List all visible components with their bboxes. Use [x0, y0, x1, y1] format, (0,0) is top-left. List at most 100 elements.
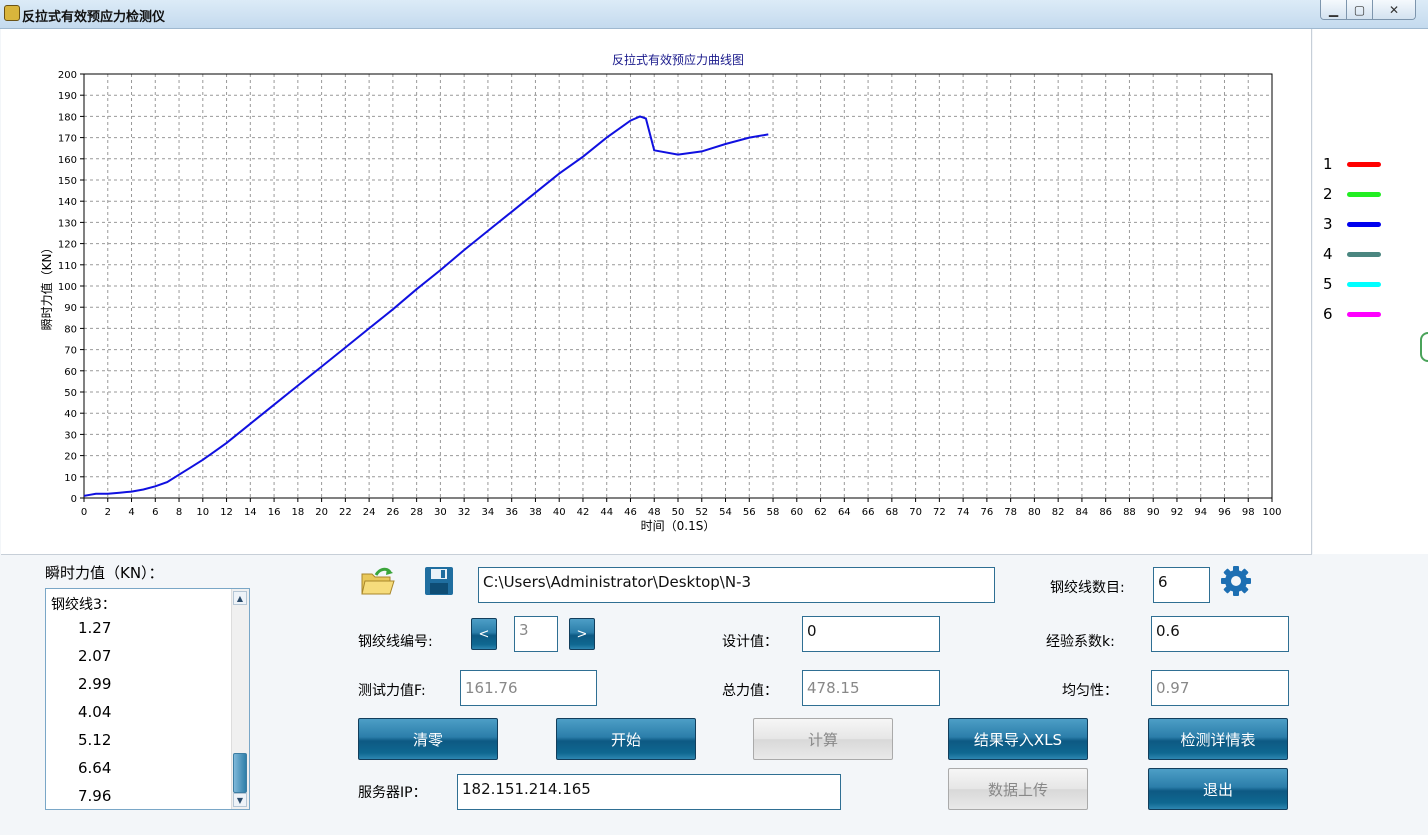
x-tick-label: 80: [1028, 507, 1041, 518]
x-tick-label: 8: [176, 507, 182, 518]
x-tick-label: 44: [600, 507, 613, 518]
legend-swatch: [1347, 311, 1381, 317]
scroll-up-icon[interactable]: ▲: [233, 591, 247, 605]
empirical-k-label: 经验系数k:: [1046, 634, 1115, 650]
y-tick-label: 150: [58, 176, 77, 187]
test-force-label: 测试力值F:: [358, 683, 426, 699]
strand-count-label: 钢绞线数目:: [1050, 580, 1125, 596]
file-path-field[interactable]: C:\Users\Administrator\Desktop\N-3: [478, 567, 995, 603]
list-item[interactable]: 7.96: [78, 787, 111, 805]
calculate-button[interactable]: 计算: [753, 718, 893, 760]
uniformity-label: 均匀性：: [1062, 683, 1118, 699]
list-item[interactable]: 2.07: [78, 647, 111, 665]
readings-listbox[interactable]: 钢绞线3： 1.27 2.07 2.99 4.04 5.12 6.64 7.96…: [45, 588, 250, 810]
x-tick-label: 2: [105, 507, 111, 518]
minimize-button[interactable]: ▁: [1321, 0, 1347, 19]
design-value-field[interactable]: 0: [802, 616, 940, 652]
y-tick-label: 70: [64, 346, 77, 357]
legend-item-1: 1: [1323, 154, 1381, 174]
detail-report-button[interactable]: 检测详情表: [1148, 718, 1288, 760]
x-tick-label: 98: [1242, 507, 1255, 518]
prev-strand-button[interactable]: <: [471, 618, 497, 650]
y-tick-label: 0: [71, 494, 77, 505]
open-folder-icon[interactable]: [360, 566, 396, 598]
start-button[interactable]: 开始: [556, 718, 696, 760]
y-tick-label: 50: [64, 388, 77, 399]
x-tick-label: 24: [363, 507, 376, 518]
y-tick-label: 100: [58, 282, 77, 293]
legend-label: 4: [1323, 245, 1333, 263]
x-tick-label: 82: [1052, 507, 1065, 518]
y-tick-label: 180: [58, 112, 77, 123]
list-group-header: 钢绞线3：: [51, 597, 116, 613]
legend-label: 6: [1323, 305, 1333, 323]
list-scrollbar[interactable]: ▲ ▼: [231, 589, 249, 809]
x-tick-label: 86: [1099, 507, 1112, 518]
legend-swatch: [1347, 251, 1381, 257]
strand-number-field[interactable]: 3: [514, 616, 558, 652]
empirical-k-field[interactable]: 0.6: [1151, 616, 1289, 652]
y-tick-label: 20: [64, 452, 77, 463]
x-tick-label: 0: [81, 507, 87, 518]
x-tick-label: 6: [152, 507, 158, 518]
server-ip-field[interactable]: 182.151.214.165: [457, 774, 841, 810]
x-tick-label: 66: [862, 507, 875, 518]
x-tick-label: 34: [482, 507, 495, 518]
y-tick-label: 80: [64, 324, 77, 335]
scroll-down-icon[interactable]: ▼: [233, 793, 247, 807]
zero-button[interactable]: 清零: [358, 718, 498, 760]
y-tick-label: 110: [58, 261, 77, 272]
legend-swatch: [1347, 281, 1381, 287]
x-tick-label: 64: [838, 507, 851, 518]
y-tick-label: 190: [58, 91, 77, 102]
legend-label: 2: [1323, 185, 1333, 203]
chart-title: 反拉式有效预应力曲线图: [612, 52, 744, 67]
x-tick-label: 52: [695, 507, 708, 518]
test-force-field[interactable]: 161.76: [460, 670, 597, 706]
export-xls-button[interactable]: 结果导入XLS: [948, 718, 1088, 760]
x-tick-label: 20: [315, 507, 328, 518]
x-tick-label: 62: [814, 507, 827, 518]
upload-data-button[interactable]: 数据上传: [948, 768, 1088, 810]
x-tick-label: 68: [885, 507, 898, 518]
save-disk-icon[interactable]: [424, 566, 454, 596]
y-tick-label: 120: [58, 240, 77, 251]
y-tick-label: 60: [64, 367, 77, 378]
server-ip-label: 服务器IP：: [358, 785, 427, 801]
x-tick-label: 30: [434, 507, 447, 518]
close-button[interactable]: ✕: [1373, 0, 1415, 19]
list-item[interactable]: 6.64: [78, 759, 111, 777]
series-legend: 1 2 3 4 5 6: [1313, 29, 1428, 554]
window-title: 反拉式有效预应力检测仪: [22, 10, 166, 25]
x-tick-label: 12: [220, 507, 233, 518]
title-bar: 反拉式有效预应力检测仪 ▁ ▢ ✕: [0, 0, 1428, 29]
list-item[interactable]: 5.12: [78, 731, 111, 749]
uniformity-field[interactable]: 0.97: [1151, 670, 1289, 706]
legend-label: 5: [1323, 275, 1333, 293]
strand-count-field[interactable]: 6: [1153, 567, 1210, 603]
x-tick-label: 58: [767, 507, 780, 518]
list-item[interactable]: 1.27: [78, 619, 111, 637]
legend-item-3: 3: [1323, 214, 1381, 234]
x-tick-label: 56: [743, 507, 756, 518]
exit-button[interactable]: 退出: [1148, 768, 1288, 810]
x-tick-label: 50: [672, 507, 685, 518]
x-tick-label: 74: [957, 507, 970, 518]
next-strand-button[interactable]: >: [569, 618, 595, 650]
maximize-button[interactable]: ▢: [1347, 0, 1373, 19]
readings-title: 瞬时力值（KN）：: [45, 564, 164, 582]
side-handle[interactable]: [1420, 332, 1428, 362]
settings-gear-icon[interactable]: [1220, 565, 1252, 597]
x-tick-label: 96: [1218, 507, 1231, 518]
force-chart: 0 2 4 6 8 10 12 14 16 18 20 22 24 26 28 30 32 34 36 38 40 42 4…: [39, 52, 1282, 533]
total-force-field[interactable]: 478.15: [802, 670, 940, 706]
legend-swatch: [1347, 221, 1381, 227]
scroll-thumb[interactable]: [233, 753, 247, 793]
list-item[interactable]: 2.99: [78, 675, 111, 693]
x-tick-label: 72: [933, 507, 946, 518]
list-item[interactable]: 4.04: [78, 703, 111, 721]
x-axis-title: 时间（0.1S）: [641, 519, 716, 533]
y-tick-label: 160: [58, 155, 77, 166]
x-tick-label: 78: [1004, 507, 1017, 518]
x-tick-label: 54: [719, 507, 732, 518]
